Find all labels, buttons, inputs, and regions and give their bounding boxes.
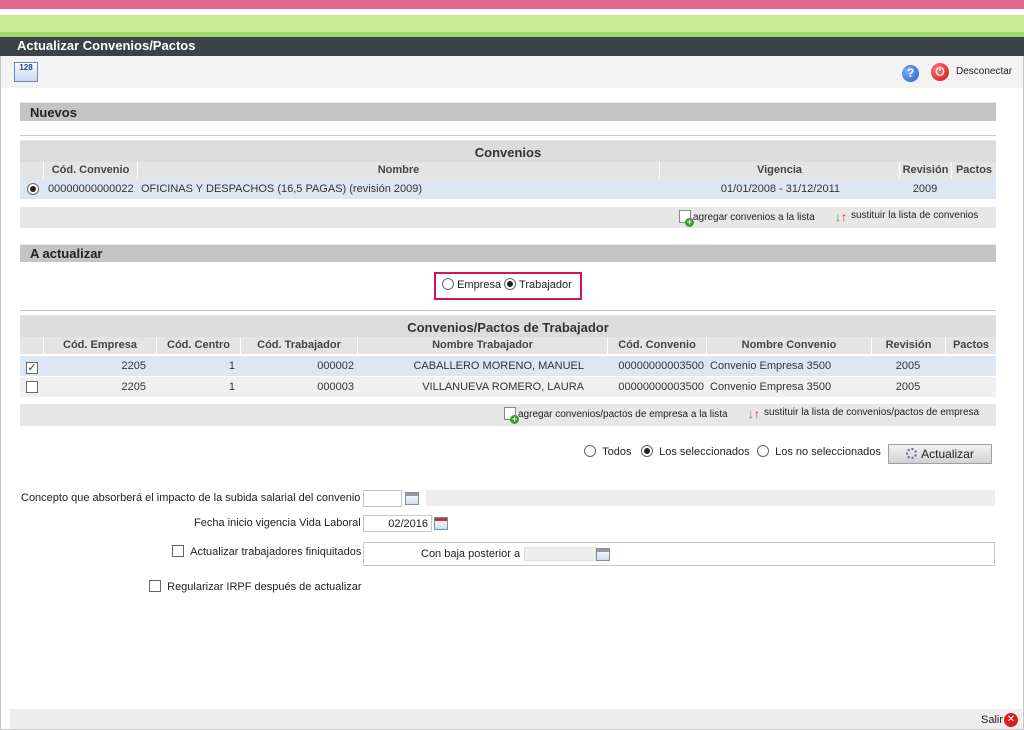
column-revision[interactable]: Revisión (899, 162, 951, 179)
trabajador-table-title: Convenios/Pactos de Trabajador (20, 315, 996, 337)
calendar-icon[interactable] (434, 517, 448, 530)
divider (20, 135, 996, 136)
mode-empresa-radio[interactable]: Empresa (442, 278, 501, 291)
close-icon[interactable]: ✕ (1004, 713, 1018, 727)
table-row[interactable]: ✓ 2205 1 000002 CABALLERO MORENO, MANUEL… (20, 356, 996, 376)
fecha-label: Fecha inicio vigencia Vida Laboral (194, 517, 361, 529)
cell-cod-empresa: 2205 (121, 381, 146, 393)
cell-revision: 2005 (895, 381, 921, 393)
mode-trabajador-radio[interactable]: Trabajador (504, 278, 572, 291)
cell-cod-convenio: 00000000003500 (618, 360, 704, 372)
column-revision[interactable]: Revisión (871, 337, 945, 354)
divider (20, 310, 996, 311)
filter-no-seleccionados-radio[interactable]: Los no seleccionados (757, 445, 881, 458)
add-list-icon (679, 210, 694, 227)
cell-nombre: OFICINAS Y DESPACHOS (16,5 PAGAS) (revis… (141, 183, 423, 195)
cell-cod-trabajador: 000002 (317, 360, 354, 372)
disconnect-link[interactable]: Desconectar (956, 66, 1012, 77)
irpf-checkbox[interactable]: Regularizar IRPF después de actualizar (149, 580, 362, 593)
cell-cod-convenio: 00000000000022 (48, 183, 134, 195)
column-select (20, 337, 43, 354)
convenios-actions: agregar convenios a la lista ↓↑sustituir… (20, 207, 996, 228)
header-stripe-light-green (0, 15, 1024, 32)
header-stripe-pink (0, 0, 1024, 9)
concepto-label: Concepto que absorberá el impacto de la … (21, 492, 361, 504)
gear-icon (906, 448, 918, 459)
cell-cod-trabajador: 000003 (317, 381, 354, 393)
column-pactos[interactable]: Pactos (945, 337, 996, 354)
salir-link[interactable]: Salir (981, 714, 1003, 726)
row-checkbox[interactable] (26, 377, 38, 397)
table-row[interactable]: 00000000000022 OFICINAS Y DESPACHOS (16,… (20, 179, 996, 199)
replace-convenios-pactos-button[interactable]: ↓↑ sustituir la lista de convenios/pactos… (748, 407, 979, 421)
convenios-table-title: Convenios (20, 140, 996, 162)
cell-nombre-convenio: Convenio Empresa 3500 (710, 381, 832, 393)
cell-cod-centro: 1 (228, 360, 235, 372)
actualizar-button[interactable]: Actualizar (888, 444, 992, 464)
column-cod-centro[interactable]: Cód. Centro (156, 337, 240, 354)
cell-cod-empresa: 2205 (121, 360, 146, 372)
footer-bar (10, 709, 1022, 729)
cell-nombre-trabajador: VILLANUEVA ROMERO, LAURA (422, 381, 584, 393)
calendar-icon[interactable] (596, 548, 610, 561)
toolbar: 128 ? ⏻ Desconectar (1, 56, 1023, 88)
window-title: Actualizar Convenios/Pactos (0, 37, 1024, 56)
swap-arrows-icon: ↓↑ (748, 407, 760, 421)
swap-arrows-icon: ↓↑ (835, 210, 847, 224)
table-row[interactable]: 2205 1 000003 VILLANUEVA ROMERO, LAURA 0… (20, 377, 996, 397)
cell-cod-convenio: 00000000003500 (618, 381, 704, 393)
fecha-input[interactable] (363, 515, 432, 532)
section-a-actualizar: A actualizar (20, 244, 996, 262)
cell-pactos (951, 179, 996, 199)
cell-vigencia: 01/01/2008 - 31/12/2011 (720, 183, 840, 195)
concepto-input[interactable] (363, 490, 402, 507)
column-nombre-trabajador[interactable]: Nombre Trabajador (357, 337, 607, 354)
filter-todos-radio[interactable]: Todos (584, 445, 631, 458)
cell-pactos (945, 356, 996, 376)
add-convenios-button[interactable]: agregar convenios a la lista (679, 210, 815, 227)
section-nuevos: Nuevos (20, 102, 996, 121)
concepto-strip (426, 490, 995, 506)
baja-label: Con baja posterior a (421, 548, 521, 560)
column-cod-trabajador[interactable]: Cód. Trabajador (240, 337, 357, 354)
column-cod-empresa[interactable]: Cód. Empresa (43, 337, 156, 354)
calculator-icon[interactable]: 128 (14, 62, 38, 82)
column-vigencia[interactable]: Vigencia (659, 162, 899, 179)
cell-nombre-convenio: Convenio Empresa 3500 (710, 360, 832, 372)
power-icon[interactable]: ⏻ (931, 63, 949, 81)
column-select (20, 162, 43, 179)
column-cod-convenio[interactable]: Cód. Convenio (607, 337, 706, 354)
baja-input[interactable] (524, 547, 596, 561)
cell-revision: 2005 (895, 360, 921, 372)
replace-convenios-button[interactable]: ↓↑ sustituir la lista de convenios (835, 210, 978, 224)
help-icon[interactable]: ? (902, 65, 919, 82)
trabajador-table-header: Cód. Empresa Cód. Centro Cód. Trabajador… (20, 337, 996, 354)
cell-cod-centro: 1 (228, 381, 235, 393)
row-radio[interactable] (27, 179, 39, 199)
add-convenios-pactos-button[interactable]: agregar convenios/pactos de empresa a la… (504, 407, 728, 424)
cell-revision: 2009 (912, 183, 938, 195)
column-nombre[interactable]: Nombre (137, 162, 659, 179)
add-list-icon (504, 407, 519, 424)
column-pactos[interactable]: Pactos (951, 162, 996, 179)
finiquitados-checkbox[interactable]: Actualizar trabajadores finiquitados (172, 545, 361, 558)
row-checkbox[interactable]: ✓ (26, 356, 38, 376)
concepto-lookup-icon[interactable] (405, 492, 419, 505)
convenios-table-header: Cód. Convenio Nombre Vigencia Revisión P… (20, 162, 996, 179)
column-nombre-convenio[interactable]: Nombre Convenio (706, 337, 871, 354)
cell-nombre-trabajador: CABALLERO MORENO, MANUEL (413, 360, 584, 372)
trabajador-actions: agregar convenios/pactos de empresa a la… (20, 404, 996, 426)
column-cod-convenio[interactable]: Cód. Convenio (43, 162, 137, 179)
mode-selector: Empresa Trabajador (434, 272, 582, 300)
filter-seleccionados-radio[interactable]: Los seleccionados (641, 445, 750, 458)
cell-pactos (945, 377, 996, 397)
